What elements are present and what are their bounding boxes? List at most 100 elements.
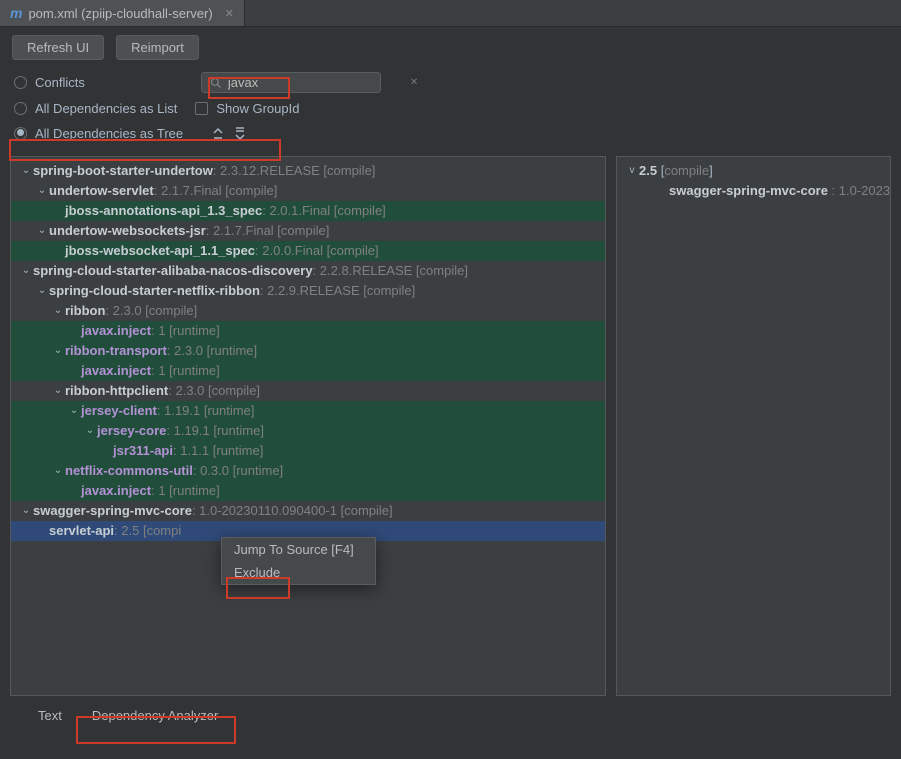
editor-tab-strip: m pom.xml (zpiip-cloudhall-server) ✕ bbox=[0, 0, 901, 27]
toolbar: Refresh UI Reimport bbox=[0, 27, 901, 68]
dep-name: jboss-annotations-api_1.3_spec bbox=[65, 201, 262, 221]
tree-node[interactable]: ⌄jersey-core : 1.19.1 [runtime] bbox=[11, 421, 605, 441]
tree-node[interactable]: ⌄ribbon-transport : 2.3.0 [runtime] bbox=[11, 341, 605, 361]
dep-version-scope: : 2.1.7.Final [compile] bbox=[154, 181, 278, 201]
close-icon[interactable]: ✕ bbox=[225, 7, 234, 20]
radio-icon bbox=[14, 127, 27, 140]
usage-root[interactable]: v 2.5 [compile] bbox=[617, 161, 890, 181]
tab-text[interactable]: Text bbox=[24, 702, 76, 729]
dep-version-scope: : 2.2.9.RELEASE [compile] bbox=[260, 281, 415, 301]
editor-tab[interactable]: m pom.xml (zpiip-cloudhall-server) ✕ bbox=[0, 0, 245, 26]
dep-name: undertow-websockets-jsr bbox=[49, 221, 206, 241]
conflicts-label: Conflicts bbox=[35, 75, 85, 90]
dep-version-scope: : 1 [runtime] bbox=[151, 361, 220, 381]
tree-node[interactable]: ⌄spring-cloud-starter-alibaba-nacos-disc… bbox=[11, 261, 605, 281]
chevron-down-icon[interactable]: ⌄ bbox=[35, 181, 49, 201]
tree-node[interactable]: ⌄spring-cloud-starter-netflix-ribbon : 2… bbox=[11, 281, 605, 301]
radio-icon bbox=[14, 76, 27, 89]
chevron-down-icon[interactable]: ⌄ bbox=[83, 421, 97, 441]
chevron-down-icon[interactable]: ⌄ bbox=[19, 261, 33, 281]
bottom-tab-strip: Text Dependency Analyzer bbox=[0, 696, 901, 733]
dep-name: javax.inject bbox=[81, 321, 151, 341]
chevron-down-icon[interactable]: ⌄ bbox=[51, 341, 65, 361]
dep-version-scope: : 1.0-20230110.090400-1 [compile] bbox=[192, 501, 393, 521]
menu-item-jump-to-source[interactable]: Jump To Source [F4] bbox=[222, 538, 375, 561]
dep-name: ribbon bbox=[65, 301, 105, 321]
context-menu: Jump To Source [F4] Exclude bbox=[221, 537, 376, 585]
content-panes: ⌄spring-boot-starter-undertow : 2.3.12.R… bbox=[0, 150, 901, 696]
tree-node[interactable]: ⌄netflix-commons-util : 0.3.0 [runtime] bbox=[11, 461, 605, 481]
tree-node[interactable]: javax.inject : 1 [runtime] bbox=[11, 361, 605, 381]
collapse-all-icon[interactable] bbox=[231, 124, 249, 142]
tree-node[interactable]: ⌄undertow-websockets-jsr : 2.1.7.Final [… bbox=[11, 221, 605, 241]
dep-name: spring-cloud-starter-netflix-ribbon bbox=[49, 281, 260, 301]
dep-name: ribbon-transport bbox=[65, 341, 167, 361]
tree-node[interactable]: ⌄spring-boot-starter-undertow : 2.3.12.R… bbox=[11, 161, 605, 181]
usage-child-name: swagger-spring-mvc-core bbox=[669, 181, 828, 201]
chevron-down-icon[interactable]: ⌄ bbox=[67, 401, 81, 421]
editor-tab-title: pom.xml (zpiip-cloudhall-server) bbox=[28, 6, 212, 21]
dep-version-scope: : 2.2.8.RELEASE [compile] bbox=[313, 261, 468, 281]
dep-version-scope: : 1 [runtime] bbox=[151, 321, 220, 341]
tree-node[interactable]: javax.inject : 1 [runtime] bbox=[11, 481, 605, 501]
reimport-button[interactable]: Reimport bbox=[116, 35, 199, 60]
tree-node[interactable]: ⌄ribbon : 2.3.0 [compile] bbox=[11, 301, 605, 321]
tree-node[interactable]: ⌄undertow-servlet : 2.1.7.Final [compile… bbox=[11, 181, 605, 201]
dependency-tree-pane[interactable]: ⌄spring-boot-starter-undertow : 2.3.12.R… bbox=[10, 156, 606, 696]
all-deps-tree-radio[interactable]: All Dependencies as Tree bbox=[14, 126, 183, 141]
all-deps-list-radio[interactable]: All Dependencies as List bbox=[14, 101, 177, 116]
search-input-wrapper[interactable]: ✕ bbox=[201, 72, 381, 93]
clear-icon[interactable]: ✕ bbox=[410, 77, 418, 88]
filter-row-2: All Dependencies as List Show GroupId bbox=[0, 97, 901, 120]
tab-dependency-analyzer[interactable]: Dependency Analyzer bbox=[78, 702, 232, 729]
all-deps-tree-label: All Dependencies as Tree bbox=[35, 126, 183, 141]
dep-version-scope: : 1.19.1 [runtime] bbox=[157, 401, 255, 421]
chevron-down-icon[interactable]: ⌄ bbox=[19, 501, 33, 521]
dep-version-scope: : 2.0.0.Final [compile] bbox=[255, 241, 379, 261]
chevron-down-icon[interactable]: ⌄ bbox=[19, 161, 33, 181]
chevron-down-icon[interactable]: ⌄ bbox=[35, 281, 49, 301]
dep-name: spring-boot-starter-undertow bbox=[33, 161, 213, 181]
show-groupid-checkbox[interactable]: Show GroupId bbox=[195, 101, 299, 116]
tree-node[interactable]: jboss-websocket-api_1.1_spec : 2.0.0.Fin… bbox=[11, 241, 605, 261]
tree-node[interactable]: ⌄ribbon-httpclient : 2.3.0 [compile] bbox=[11, 381, 605, 401]
expand-all-icon[interactable] bbox=[209, 124, 227, 142]
dep-name: javax.inject bbox=[81, 361, 151, 381]
dep-version-scope: : 2.3.0 [runtime] bbox=[167, 341, 257, 361]
dep-version-scope: : 2.3.12.RELEASE [compile] bbox=[213, 161, 376, 181]
dep-name: jersey-client bbox=[81, 401, 157, 421]
chevron-down-icon[interactable]: ⌄ bbox=[35, 221, 49, 241]
chevron-down-icon[interactable]: ⌄ bbox=[51, 381, 65, 401]
filter-row-1: Conflicts ✕ bbox=[0, 68, 901, 97]
checkbox-icon bbox=[195, 102, 208, 115]
tree-node[interactable]: javax.inject : 1 [runtime] bbox=[11, 321, 605, 341]
dep-name: spring-cloud-starter-alibaba-nacos-disco… bbox=[33, 261, 313, 281]
tree-node[interactable]: ⌄swagger-spring-mvc-core : 1.0-20230110.… bbox=[11, 501, 605, 521]
tree-node[interactable]: jboss-annotations-api_1.3_spec : 2.0.1.F… bbox=[11, 201, 605, 221]
menu-item-exclude[interactable]: Exclude bbox=[222, 561, 375, 584]
chevron-down-icon[interactable]: ⌄ bbox=[51, 461, 65, 481]
filter-row-3: All Dependencies as Tree bbox=[0, 120, 901, 150]
chevron-down-icon: v bbox=[625, 161, 639, 181]
tree-node[interactable]: ⌄jersey-client : 1.19.1 [runtime] bbox=[11, 401, 605, 421]
search-input[interactable] bbox=[228, 75, 404, 90]
dep-name: undertow-servlet bbox=[49, 181, 154, 201]
usages-pane[interactable]: v 2.5 [compile] swagger-spring-mvc-core … bbox=[616, 156, 891, 696]
dep-name: servlet-api bbox=[49, 521, 114, 541]
dep-version-scope: : 2.0.1.Final [compile] bbox=[262, 201, 386, 221]
dep-name: ribbon-httpclient bbox=[65, 381, 168, 401]
dep-version-scope: : 0.3.0 [runtime] bbox=[193, 461, 283, 481]
refresh-ui-button[interactable]: Refresh UI bbox=[12, 35, 104, 60]
conflicts-radio[interactable]: Conflicts bbox=[14, 75, 85, 90]
show-groupid-label: Show GroupId bbox=[216, 101, 299, 116]
dep-version-scope: : 2.1.7.Final [compile] bbox=[206, 221, 330, 241]
tree-node[interactable]: jsr311-api : 1.1.1 [runtime] bbox=[11, 441, 605, 461]
usage-root-name: 2.5 bbox=[639, 161, 657, 181]
maven-file-icon: m bbox=[10, 5, 22, 21]
dep-version-scope: : 1.1.1 [runtime] bbox=[173, 441, 263, 461]
dep-name: javax.inject bbox=[81, 481, 151, 501]
usage-child[interactable]: swagger-spring-mvc-core : 1.0-202301 bbox=[617, 181, 890, 201]
tree-expand-controls bbox=[209, 124, 249, 142]
chevron-down-icon[interactable]: ⌄ bbox=[51, 301, 65, 321]
dep-version-scope: : 2.3.0 [compile] bbox=[105, 301, 197, 321]
